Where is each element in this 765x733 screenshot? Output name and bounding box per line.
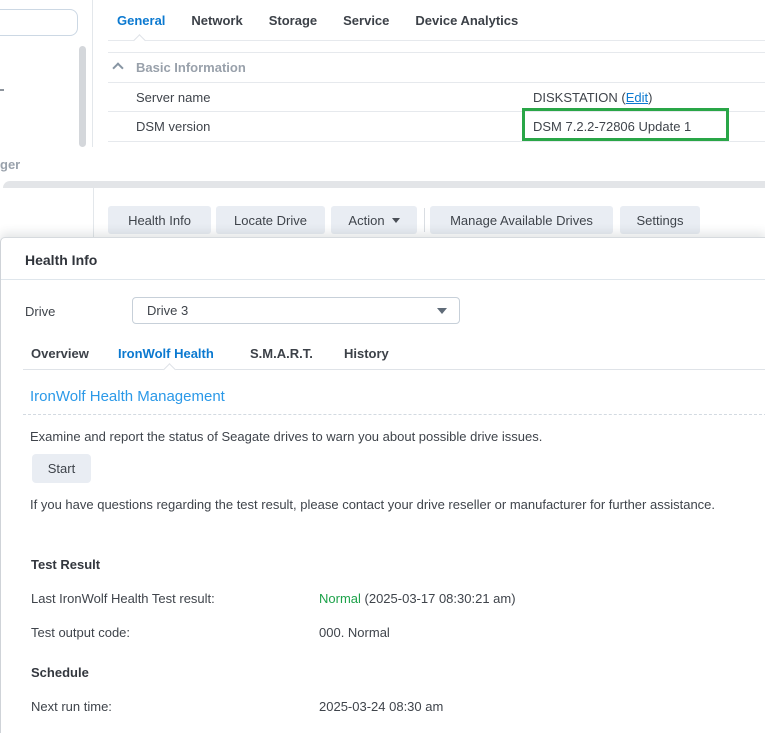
start-button-label: Start	[48, 461, 75, 476]
dialog-title: Health Info	[25, 252, 97, 268]
health-info-button-label: Health Info	[128, 213, 191, 228]
drive-label: Drive	[25, 304, 55, 319]
description-text: Examine and report the status of Seagate…	[30, 429, 542, 444]
note-text: If you have questions regarding the test…	[30, 495, 745, 514]
active-tab-notch	[133, 34, 146, 47]
basic-information-header[interactable]: Basic Information	[136, 60, 246, 75]
ironwolf-health-heading: IronWolf Health Management	[30, 388, 225, 405]
last-test-label: Last IronWolf Health Test result:	[31, 591, 215, 606]
locate-drive-button-label: Locate Drive	[234, 213, 307, 228]
sidebar-divider	[93, 188, 94, 237]
status-text: Normal	[319, 591, 361, 606]
tab-network[interactable]: Network	[191, 13, 242, 28]
panel-top-edge	[3, 181, 765, 188]
status-timestamp: (2025-03-17 08:30:21 am)	[361, 591, 516, 606]
next-run-value: 2025-03-24 08:30 am	[319, 699, 443, 714]
output-code-label: Test output code:	[31, 625, 130, 640]
settings-button-label: Settings	[637, 213, 684, 228]
tab-service[interactable]: Service	[343, 13, 389, 28]
schedule-heading: Schedule	[31, 665, 89, 680]
dialog-title-divider	[1, 279, 765, 280]
scrollbar-thumb[interactable]	[79, 46, 86, 147]
dialog-tabbar-divider	[23, 369, 765, 370]
dsm-version-label: DSM version	[136, 119, 210, 134]
tabbar-divider	[108, 40, 765, 41]
server-name-text: DISKSTATION (	[533, 90, 626, 105]
last-test-value: Normal (2025-03-17 08:30:21 am)	[319, 591, 516, 606]
caret-down-icon	[392, 218, 400, 227]
tab-general[interactable]: General	[117, 13, 165, 28]
server-name-label: Server name	[136, 90, 210, 105]
tab-storage[interactable]: Storage	[269, 13, 317, 28]
start-button[interactable]: Start	[32, 454, 91, 483]
dialog-tab-ironwolf-health[interactable]: IronWolf Health	[118, 346, 214, 361]
active-tab-notch	[163, 363, 176, 376]
manage-drives-button-label: Manage Available Drives	[450, 213, 593, 228]
row-divider	[108, 82, 765, 83]
dashed-divider	[23, 414, 765, 415]
server-name-suffix: )	[648, 90, 652, 105]
highlight-box	[522, 108, 729, 141]
sidebar-divider	[92, 0, 93, 147]
search-input[interactable]	[0, 9, 78, 36]
manage-available-drives-button[interactable]: Manage Available Drives	[430, 206, 613, 234]
output-code-value: 000. Normal	[319, 625, 390, 640]
settings-button[interactable]: Settings	[620, 206, 700, 234]
action-button-label: Action	[348, 213, 384, 228]
health-info-dialog: Health Info Drive Drive 3 Overview IronW…	[0, 237, 765, 733]
next-run-label: Next run time:	[31, 699, 112, 714]
dialog-tab-history[interactable]: History	[344, 346, 389, 361]
dialog-tab-smart[interactable]: S.M.A.R.T.	[250, 346, 313, 361]
edit-link[interactable]: Edit	[626, 90, 648, 105]
drive-select-value: Drive 3	[147, 303, 188, 318]
collapse-chevron-icon[interactable]	[112, 62, 123, 73]
dropdown-caret-icon	[437, 308, 447, 319]
control-panel-tabs: General Network Storage Service Device A…	[117, 13, 518, 28]
tab-device-analytics[interactable]: Device Analytics	[415, 13, 518, 28]
locate-drive-button[interactable]: Locate Drive	[216, 206, 325, 234]
row-divider	[108, 141, 765, 142]
section-divider	[108, 52, 765, 53]
server-name-value: DISKSTATION (Edit)	[533, 90, 652, 105]
toolbar-separator	[424, 208, 425, 232]
sidebar-text-fragment	[0, 89, 4, 91]
drive-select[interactable]: Drive 3	[132, 297, 460, 324]
health-info-button[interactable]: Health Info	[108, 206, 211, 234]
test-result-heading: Test Result	[31, 557, 100, 572]
action-dropdown-button[interactable]: Action	[331, 206, 417, 234]
dialog-tab-overview[interactable]: Overview	[31, 346, 89, 361]
window-title-fragment: ger	[0, 157, 20, 172]
